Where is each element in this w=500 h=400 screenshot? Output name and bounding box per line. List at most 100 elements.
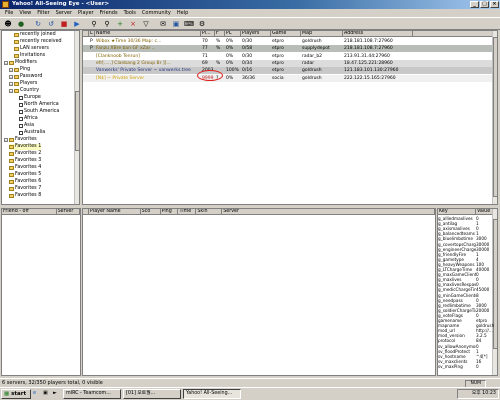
menu-help[interactable]: Help: [174, 9, 191, 17]
server-row[interactable]: P Wibox ★Time 30/36 Map: c... 70% 0% 0/30 etp…: [83, 38, 493, 45]
start-button[interactable]: ▦ start: [1, 389, 31, 399]
stop-icon[interactable]: ■: [58, 19, 70, 30]
tree-item[interactable]: recently joined: [14, 32, 56, 38]
quicklaunch-ie-icon[interactable]: e: [33, 390, 41, 398]
menu-player[interactable]: Player: [75, 9, 97, 17]
rule-row[interactable]: sv_maxPing 0: [438, 364, 494, 369]
tree-item[interactable]: Favorites 3: [9, 158, 41, 164]
server-row[interactable]: Vanwerks' Private Server ~ vanwerks.tree…: [83, 67, 493, 75]
col-header-score[interactable]: Sco: [141, 209, 161, 214]
col-header-player-ping[interactable]: Ping: [161, 209, 179, 214]
col-header-time[interactable]: Time: [178, 209, 197, 214]
tree-item[interactable]: recently received: [14, 39, 62, 45]
globe-icon[interactable]: ●: [15, 19, 27, 30]
tree-item[interactable]: Invitations: [14, 53, 45, 59]
checkbox[interactable]: [19, 131, 23, 136]
quicklaunch-media-icon[interactable]: ►: [53, 390, 61, 398]
filter-icon[interactable]: ▽: [140, 19, 152, 30]
checkbox[interactable]: [19, 124, 23, 129]
quicklaunch-desktop-icon[interactable]: ▣: [43, 390, 51, 398]
col-header-players[interactable]: Players: [241, 31, 271, 36]
tree-item[interactable]: South America: [19, 109, 59, 115]
server-list-scrollbar[interactable]: [492, 31, 497, 204]
tree-item[interactable]: - Password: [9, 74, 42, 80]
col-header-ping[interactable]: Pi...: [201, 31, 215, 36]
menu-server[interactable]: Server: [53, 9, 75, 17]
server-row[interactable]: efr[.....] Clanbang 2 Group Br ][... 69% 0…: [83, 59, 493, 67]
tree-item[interactable]: Favorites 6: [9, 179, 41, 185]
tree-item[interactable]: Favorites 5: [9, 172, 41, 178]
tree-item[interactable]: - Favorites: [4, 137, 37, 143]
mail-icon[interactable]: ✉: [157, 19, 169, 30]
expand-toggle-icon[interactable]: -: [9, 89, 13, 94]
maximize-button[interactable]: □: [480, 1, 489, 8]
search-icon[interactable]: ⚲: [88, 19, 100, 30]
col-header-game[interactable]: Game: [271, 31, 301, 36]
expand-toggle-icon[interactable]: -: [4, 61, 8, 66]
col-header-skin[interactable]: Skin: [196, 209, 223, 214]
col-header-f[interactable]: F: [215, 31, 225, 36]
col-header-address[interactable]: Address: [343, 31, 413, 36]
tree-item[interactable]: - Players: [9, 81, 37, 87]
col-header-player-server[interactable]: Server: [222, 209, 435, 214]
menu-friends[interactable]: Friends: [97, 9, 121, 17]
tree-item[interactable]: Favorites 1: [9, 144, 42, 151]
expand-toggle-icon[interactable]: -: [9, 82, 13, 87]
tree-item[interactable]: Favorites 2: [9, 151, 41, 157]
col-header-server[interactable]: Server: [57, 209, 80, 214]
connect-icon[interactable]: ▶: [71, 19, 83, 30]
task-browser[interactable]: [01] 오토월...: [123, 389, 181, 399]
menu-community[interactable]: Community: [139, 9, 174, 17]
tree-scrollbar[interactable]: [74, 31, 79, 204]
find-player-icon[interactable]: ⚲: [101, 19, 113, 30]
tree-item[interactable]: - Modifiers: [4, 60, 37, 66]
title-bar[interactable]: Yahoo! All-Seeing Eye - <User> _ □ ×: [0, 0, 500, 9]
expand-toggle-icon[interactable]: -: [9, 75, 13, 80]
tree-item[interactable]: Africa: [19, 116, 38, 122]
expand-toggle-icon[interactable]: -: [4, 138, 8, 143]
tree-item[interactable]: Favorites 8: [9, 193, 41, 199]
task-all-seeing-eye[interactable]: Yahoo! All-Seeing...: [183, 389, 241, 399]
expand-toggle-icon[interactable]: -: [9, 68, 13, 73]
filter-tree[interactable]: recently joined recently received LAN serv…: [1, 30, 80, 205]
refresh-icon[interactable]: ↻: [32, 19, 44, 30]
col-header-pl[interactable]: PL: [225, 31, 241, 36]
server-players-panel[interactable]: Player Name Sco Ping Time Skin Server: [82, 208, 436, 376]
menu-view[interactable]: View: [16, 9, 34, 17]
tree-item[interactable]: Favorites 7: [9, 186, 41, 192]
col-header-name[interactable]: Name: [95, 31, 201, 36]
options-icon[interactable]: ⚙: [196, 19, 208, 30]
monitor-icon[interactable]: ▣: [170, 19, 182, 30]
tree-item[interactable]: - Ping: [9, 67, 30, 73]
col-header-key[interactable]: Key: [438, 209, 476, 214]
server-list[interactable]: L Name Pi... F PL Players Game Map Addre…: [82, 30, 498, 205]
menu-filter[interactable]: Filter: [34, 9, 52, 17]
col-header-player-name[interactable]: Player Name: [89, 209, 141, 214]
tree-item[interactable]: LAN servers: [14, 46, 49, 52]
delete-icon[interactable]: ×: [127, 19, 139, 30]
chat-icon[interactable]: ⌨: [183, 19, 195, 30]
tree-item[interactable]: Australia: [19, 130, 45, 136]
checkbox[interactable]: [19, 96, 23, 101]
checkbox[interactable]: [19, 117, 23, 122]
user-icon[interactable]: ☻: [2, 19, 14, 30]
tree-item[interactable]: Favorites 4: [9, 165, 41, 171]
friends-panel[interactable]: Friend - off Server: [1, 208, 81, 376]
clock[interactable]: 오후 10:23: [472, 391, 496, 396]
server-row[interactable]: [Clanknoob Tenrun] 71 0% 0/30 etpro radar_b2 2…: [83, 52, 493, 60]
tree-item[interactable]: North America: [19, 102, 59, 108]
refresh-all-icon[interactable]: ↺: [45, 19, 57, 30]
close-button[interactable]: ×: [490, 1, 499, 8]
menu-file[interactable]: File: [2, 9, 16, 17]
add-icon[interactable]: +: [114, 19, 126, 30]
server-row[interactable]: [N$] ~ Private Server 9999? 0% 36/36 socia go…: [83, 74, 493, 82]
col-header-map[interactable]: Map: [301, 31, 343, 36]
tree-item[interactable]: Asia: [19, 123, 34, 129]
minimize-button[interactable]: _: [470, 1, 479, 8]
server-rules-panel[interactable]: Key Value g_alliedmaxlives 0 g_antilag 1 g_a…: [437, 208, 498, 376]
menu-tools[interactable]: Tools: [121, 9, 139, 17]
checkbox[interactable]: [19, 103, 23, 108]
col-header-friend[interactable]: Friend - off: [2, 209, 57, 214]
server-row[interactable]: P Fanzu XBre ban GF xZar .. 77% 0% 0/58 etpro…: [83, 45, 493, 53]
task-mirc[interactable]: mIRC - Teamcom...: [63, 389, 121, 399]
